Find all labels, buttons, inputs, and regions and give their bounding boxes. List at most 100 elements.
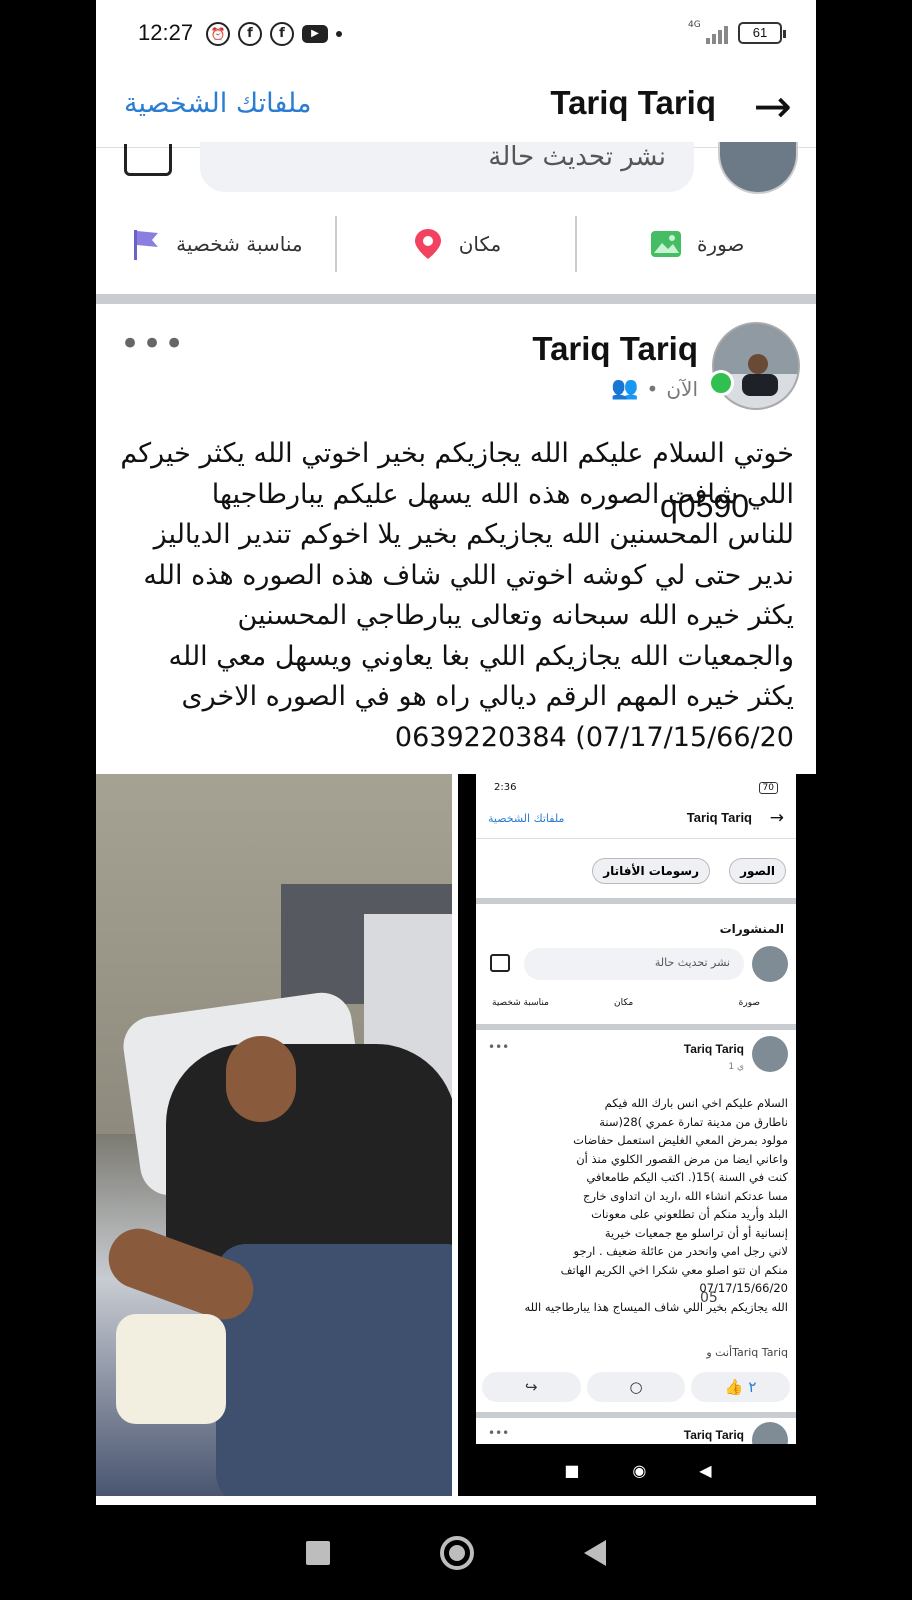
youtube-icon: ▶ [302, 25, 328, 43]
back-button[interactable] [584, 1539, 606, 1566]
notification-icons: ⏰ f f ▶ [206, 22, 342, 46]
embedded-back-icon: → [769, 808, 784, 828]
embedded-post-author: Tariq Tariq [683, 1042, 744, 1056]
friends-audience-icon[interactable]: 👥 [611, 376, 638, 401]
embedded-link: ملفاتك الشخصية [488, 812, 565, 825]
embedded-post-line: إنسانية أو أن تراسلو مع جمعيات خيرية [604, 1225, 788, 1240]
feed-post: Tariq Tariq 👥 • الآن ••• خوتي السلام علي… [96, 304, 816, 1505]
embedded-tab-avatars: رسومات الأفاتار [592, 858, 710, 884]
life-event-button[interactable]: مناسبة شخصية [96, 216, 335, 272]
photo-person-head [226, 1036, 296, 1122]
embedded-input: نشر تحديث حالة [524, 948, 744, 980]
network-type: 4G [688, 20, 701, 30]
post-photo-patient[interactable] [96, 774, 452, 1496]
post-text-line: خوتي السلام عليكم الله يجازيكم بخير اخوت… [120, 438, 794, 469]
embedded-reactions: أنت وTariq Tariq [706, 1346, 788, 1359]
embedded-post-line: السلام عليكم اخي انس بارك الله فيكم [604, 1096, 788, 1110]
embedded-post-line: مسا عدتكم انشاء الله ،اريد ان اتداوى خار… [583, 1188, 788, 1203]
embedded-post-line: 07/17/15/66/20 [699, 1281, 788, 1295]
embedded-title: Tariq Tariq [686, 810, 752, 825]
embedded-time: 2:36 [494, 782, 517, 793]
embedded-post-line: ناطارق من مدينة تمارة عمري )28(سنة [599, 1114, 788, 1129]
embedded-next-avatar [752, 1422, 788, 1444]
embedded-tab-photos: الصور [729, 858, 786, 884]
embedded-header-divider [476, 838, 796, 839]
back-arrow-icon[interactable]: → [753, 78, 792, 134]
post-text: خوتي السلام عليكم الله يجازيكم بخير اخوت… [116, 434, 794, 758]
embedded-more-icon: ••• [488, 1040, 510, 1054]
more-options-button[interactable]: ••• [120, 324, 186, 364]
post-text-line: يكثر خيره الله سبحانه وتعالى يبارطاجي ال… [237, 600, 794, 631]
embedded-divider [476, 1024, 796, 1030]
recents-button[interactable] [306, 1540, 330, 1565]
embedded-post-buttons: ↪ ○ 👍 ٢ [482, 1372, 791, 1402]
more-notifications-dot [336, 31, 342, 37]
embedded-avatar [752, 946, 788, 982]
status-time: 12:27 [138, 20, 194, 45]
location-label: مكان [458, 232, 502, 256]
embedded-placeholder: نشر تحديث حالة [654, 956, 730, 969]
location-button[interactable]: مكان [334, 216, 576, 272]
embedded-like-button: 👍 ٢ [691, 1372, 791, 1402]
composer-avatar [718, 142, 798, 194]
meta-separator: • [646, 376, 659, 401]
facebook-icon: f [238, 22, 262, 46]
system-navbar [0, 1505, 912, 1600]
embedded-post-avatar [752, 1036, 788, 1072]
status-bar: 12:27 ⏰ f f ▶ 4G 61 [96, 0, 816, 72]
embedded-more-icon: ••• [488, 1426, 510, 1440]
watermark-text-small: 05 [700, 1290, 718, 1306]
embedded-navbar: ■ ◉ ◀ [538, 1444, 738, 1496]
embedded-post-time: 1 ي [728, 1062, 744, 1072]
embedded-gallery-icon [490, 954, 510, 972]
embedded-post-line: منكم ان تتو اصلو معي شكرا اخي الكريم اله… [560, 1262, 788, 1277]
post-time[interactable]: الآن [666, 377, 698, 401]
battery-level: 61 [752, 25, 768, 40]
post-text-line: 0639220384 (07/17/15/66/20 [394, 721, 794, 753]
post-meta: 👥 • الآن [611, 376, 698, 401]
status-input[interactable]: نشر تحديث حالة [200, 142, 694, 192]
app-header: → Tariq Tariq ملفاتك الشخصية [96, 72, 816, 148]
embedded-action-event: مناسبة شخصية [492, 998, 549, 1008]
watermark-text: q0590 [660, 488, 749, 524]
home-button[interactable] [440, 1535, 474, 1570]
flag-icon [134, 230, 159, 260]
embedded-post-line: كنت في السنة )15(. اكتب اليكم طامعافي [586, 1170, 788, 1184]
embedded-like-icon: 👍 [724, 1378, 744, 1396]
embedded-recents-icon: ■ [564, 1460, 580, 1480]
embedded-post-text: السلام عليكم اخي انس بارك الله فيكم ناطا… [496, 1094, 789, 1316]
embedded-section: المنشورات [719, 922, 784, 936]
embedded-divider [476, 898, 796, 904]
gallery-icon[interactable] [124, 144, 172, 176]
profiles-link[interactable]: ملفاتك الشخصية [124, 88, 311, 119]
location-pin-icon [414, 229, 441, 259]
embedded-post-line: واعاني ايضا من مرض القصور الكلوي منذ أن [576, 1151, 788, 1166]
photo-arm-cushion [116, 1314, 226, 1424]
section-divider [96, 294, 816, 304]
signal-icon: 4G [688, 20, 728, 46]
battery-icon: 61 [738, 22, 786, 44]
embedded-action-place: مكان [614, 998, 634, 1008]
post-text-line: والجمعيات الله يجازيكم اللي بغا يعاوني و… [168, 640, 794, 672]
embedded-post-line: الله يجازيكم بخير اللي شاف الميساج هذا ي… [524, 1299, 789, 1314]
status-placeholder: نشر تحديث حالة [488, 142, 666, 172]
embedded-post-line: لاني رجل امي وانحدر من عائلة ضعيف . ارجو [573, 1244, 788, 1258]
embedded-action-photo: صورة [738, 998, 760, 1008]
embedded-divider [476, 1412, 796, 1418]
online-status-dot [708, 370, 734, 396]
app-screen: 12:27 ⏰ f f ▶ 4G 61 → Tariq Tariq ملفاتك… [96, 0, 816, 1505]
embedded-battery: 70 [758, 782, 778, 794]
post-author-name[interactable]: Tariq Tariq [532, 330, 698, 368]
photo-label: صورة [696, 232, 745, 256]
embedded-next-author: Tariq Tariq [683, 1428, 744, 1442]
alarm-icon: ⏰ [206, 22, 230, 46]
post-author-avatar[interactable] [712, 322, 800, 410]
post-photo-screenshot[interactable]: 2:36 70 → Tariq Tariq ملفاتك الشخصية الص… [458, 774, 816, 1496]
embedded-screenshot: 2:36 70 → Tariq Tariq ملفاتك الشخصية الص… [476, 774, 796, 1444]
page-title: Tariq Tariq [550, 84, 716, 121]
embedded-back-nav-icon: ◀ [699, 1460, 712, 1480]
composer-actions: مناسبة شخصية مكان صورة [96, 216, 816, 272]
photo-button[interactable]: صورة [575, 216, 816, 272]
embedded-post-line: مولود بمرض المعي الغليض استعمل حفاضات [573, 1133, 788, 1147]
status-composer: نشر تحديث حالة مناسبة شخصية مكان صورة [96, 142, 816, 294]
